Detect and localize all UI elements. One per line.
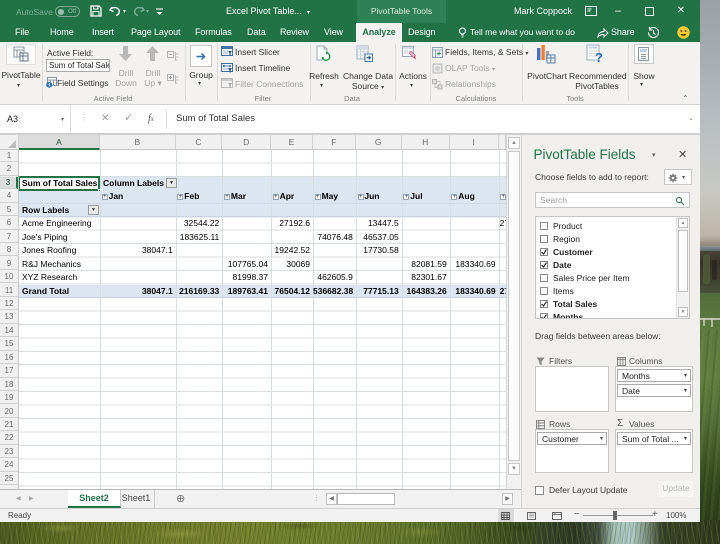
- svg-text:?: ?: [595, 50, 603, 64]
